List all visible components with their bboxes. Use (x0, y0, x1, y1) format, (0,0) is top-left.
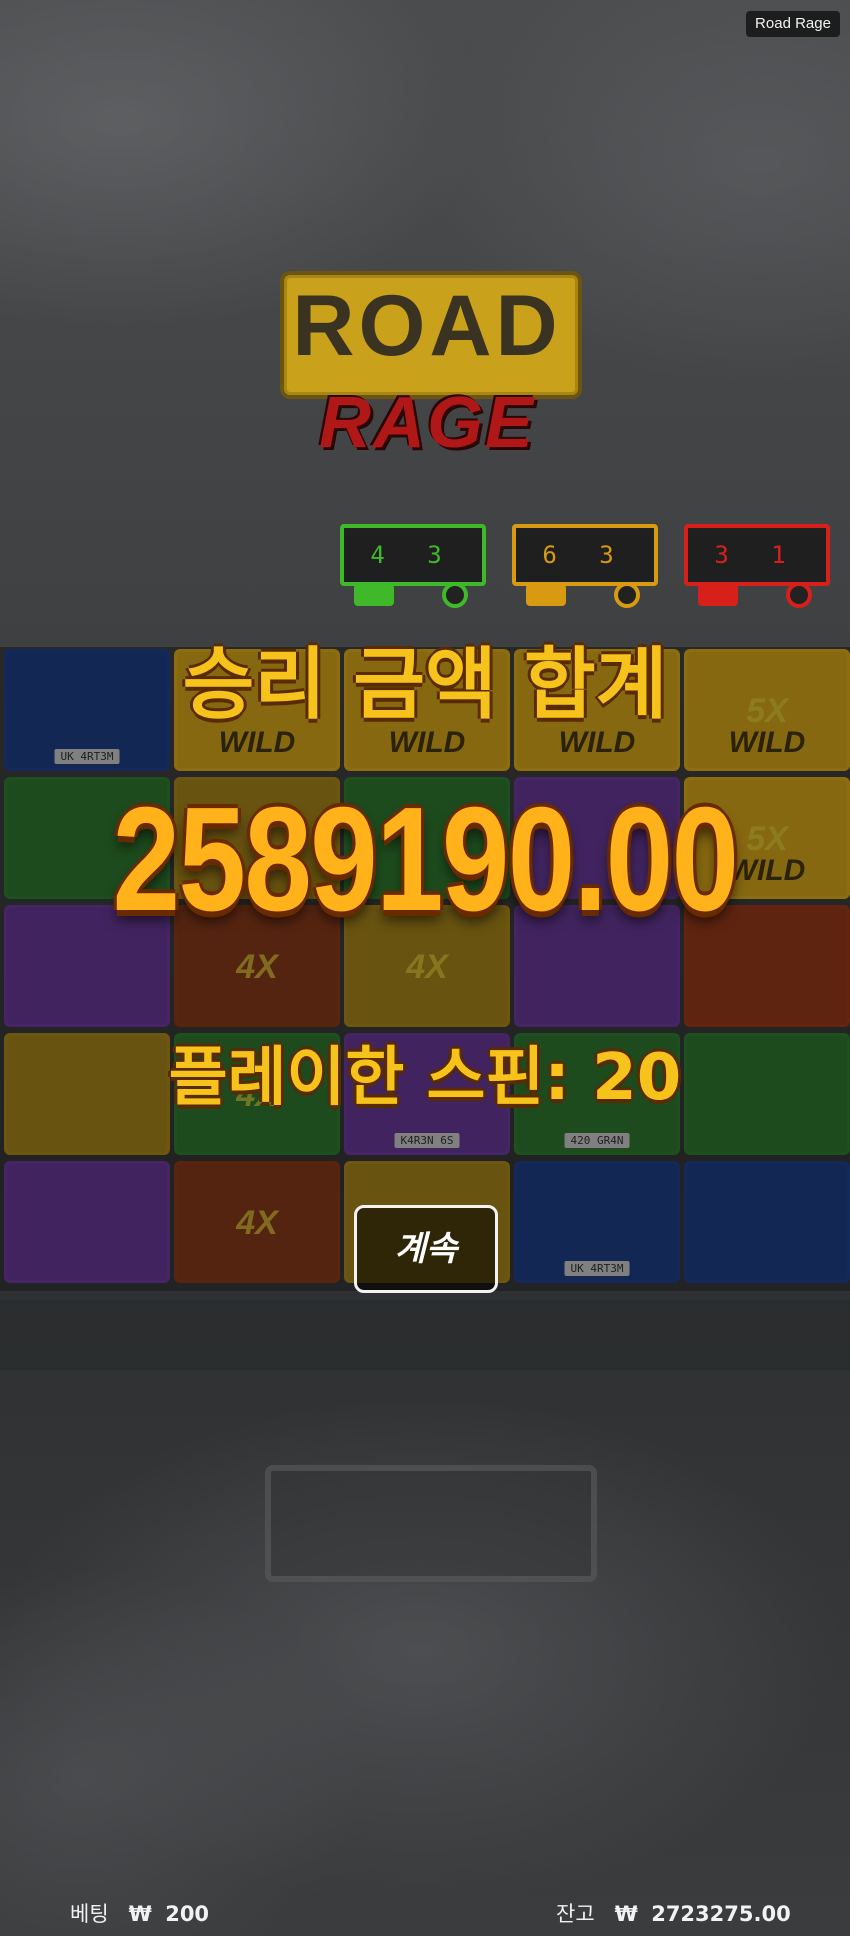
reel-dim-overlay (7, 1164, 167, 1280)
reel-dim-overlay (517, 1164, 677, 1280)
bet-display: 베팅 ₩ 200 (70, 1900, 209, 1928)
reel-dim-overlay (687, 1164, 847, 1280)
orange-counter: 6 3 (512, 524, 658, 608)
logo-top-word: ROAD (292, 278, 562, 374)
total-win-amount: 2589190.00 (112, 777, 739, 942)
balance-label: 잔고 (556, 1902, 595, 1926)
truck-icon (698, 584, 738, 606)
game-name-tag: Road Rage (746, 11, 840, 37)
counter-digits: 4 3 (340, 524, 486, 586)
balance-currency: ₩ (614, 1902, 638, 1926)
truck-icon (526, 584, 566, 606)
road-rage-logo: ROAD RAGE (272, 265, 582, 490)
bet-value: 200 (165, 1902, 210, 1926)
reel-symbol-driver: UK 4RT3M (514, 1161, 680, 1283)
brick-wall (0, 1300, 850, 1370)
wheel-icon (614, 582, 640, 608)
bet-currency: ₩ (128, 1902, 152, 1926)
balance-value: 2723275.00 (651, 1902, 791, 1926)
continue-button[interactable]: 계속 (354, 1205, 498, 1293)
truck-icon (354, 584, 394, 606)
total-win-title: 승리 금액 합계 (182, 640, 668, 730)
spins-played-text: 플레이한 스핀: 20 (168, 1041, 682, 1115)
balance-display: 잔고 ₩ 2723275.00 (556, 1900, 791, 1928)
counter-digits: 6 3 (512, 524, 658, 586)
wheel-icon (786, 582, 812, 608)
reel-grid: UK 4RT3M WILD WILD WILD WILD 5X WILD 5X 4X 4X 4X K4… (0, 647, 850, 1291)
wheel-icon (442, 582, 468, 608)
reel-symbol-coffee4x: 4X (174, 1161, 340, 1283)
red-counter: 3 1 (684, 524, 830, 608)
counter-digits: 3 1 (684, 524, 830, 586)
license-plate-decoration (265, 1465, 597, 1582)
green-counter: 4 3 (340, 524, 486, 608)
reel-dim-overlay (177, 1164, 337, 1280)
bet-label: 베팅 (70, 1902, 109, 1926)
reel-symbol-phone (4, 1161, 170, 1283)
logo-bottom-word: RAGE (318, 383, 536, 463)
reel-symbol-mirror (684, 1161, 850, 1283)
